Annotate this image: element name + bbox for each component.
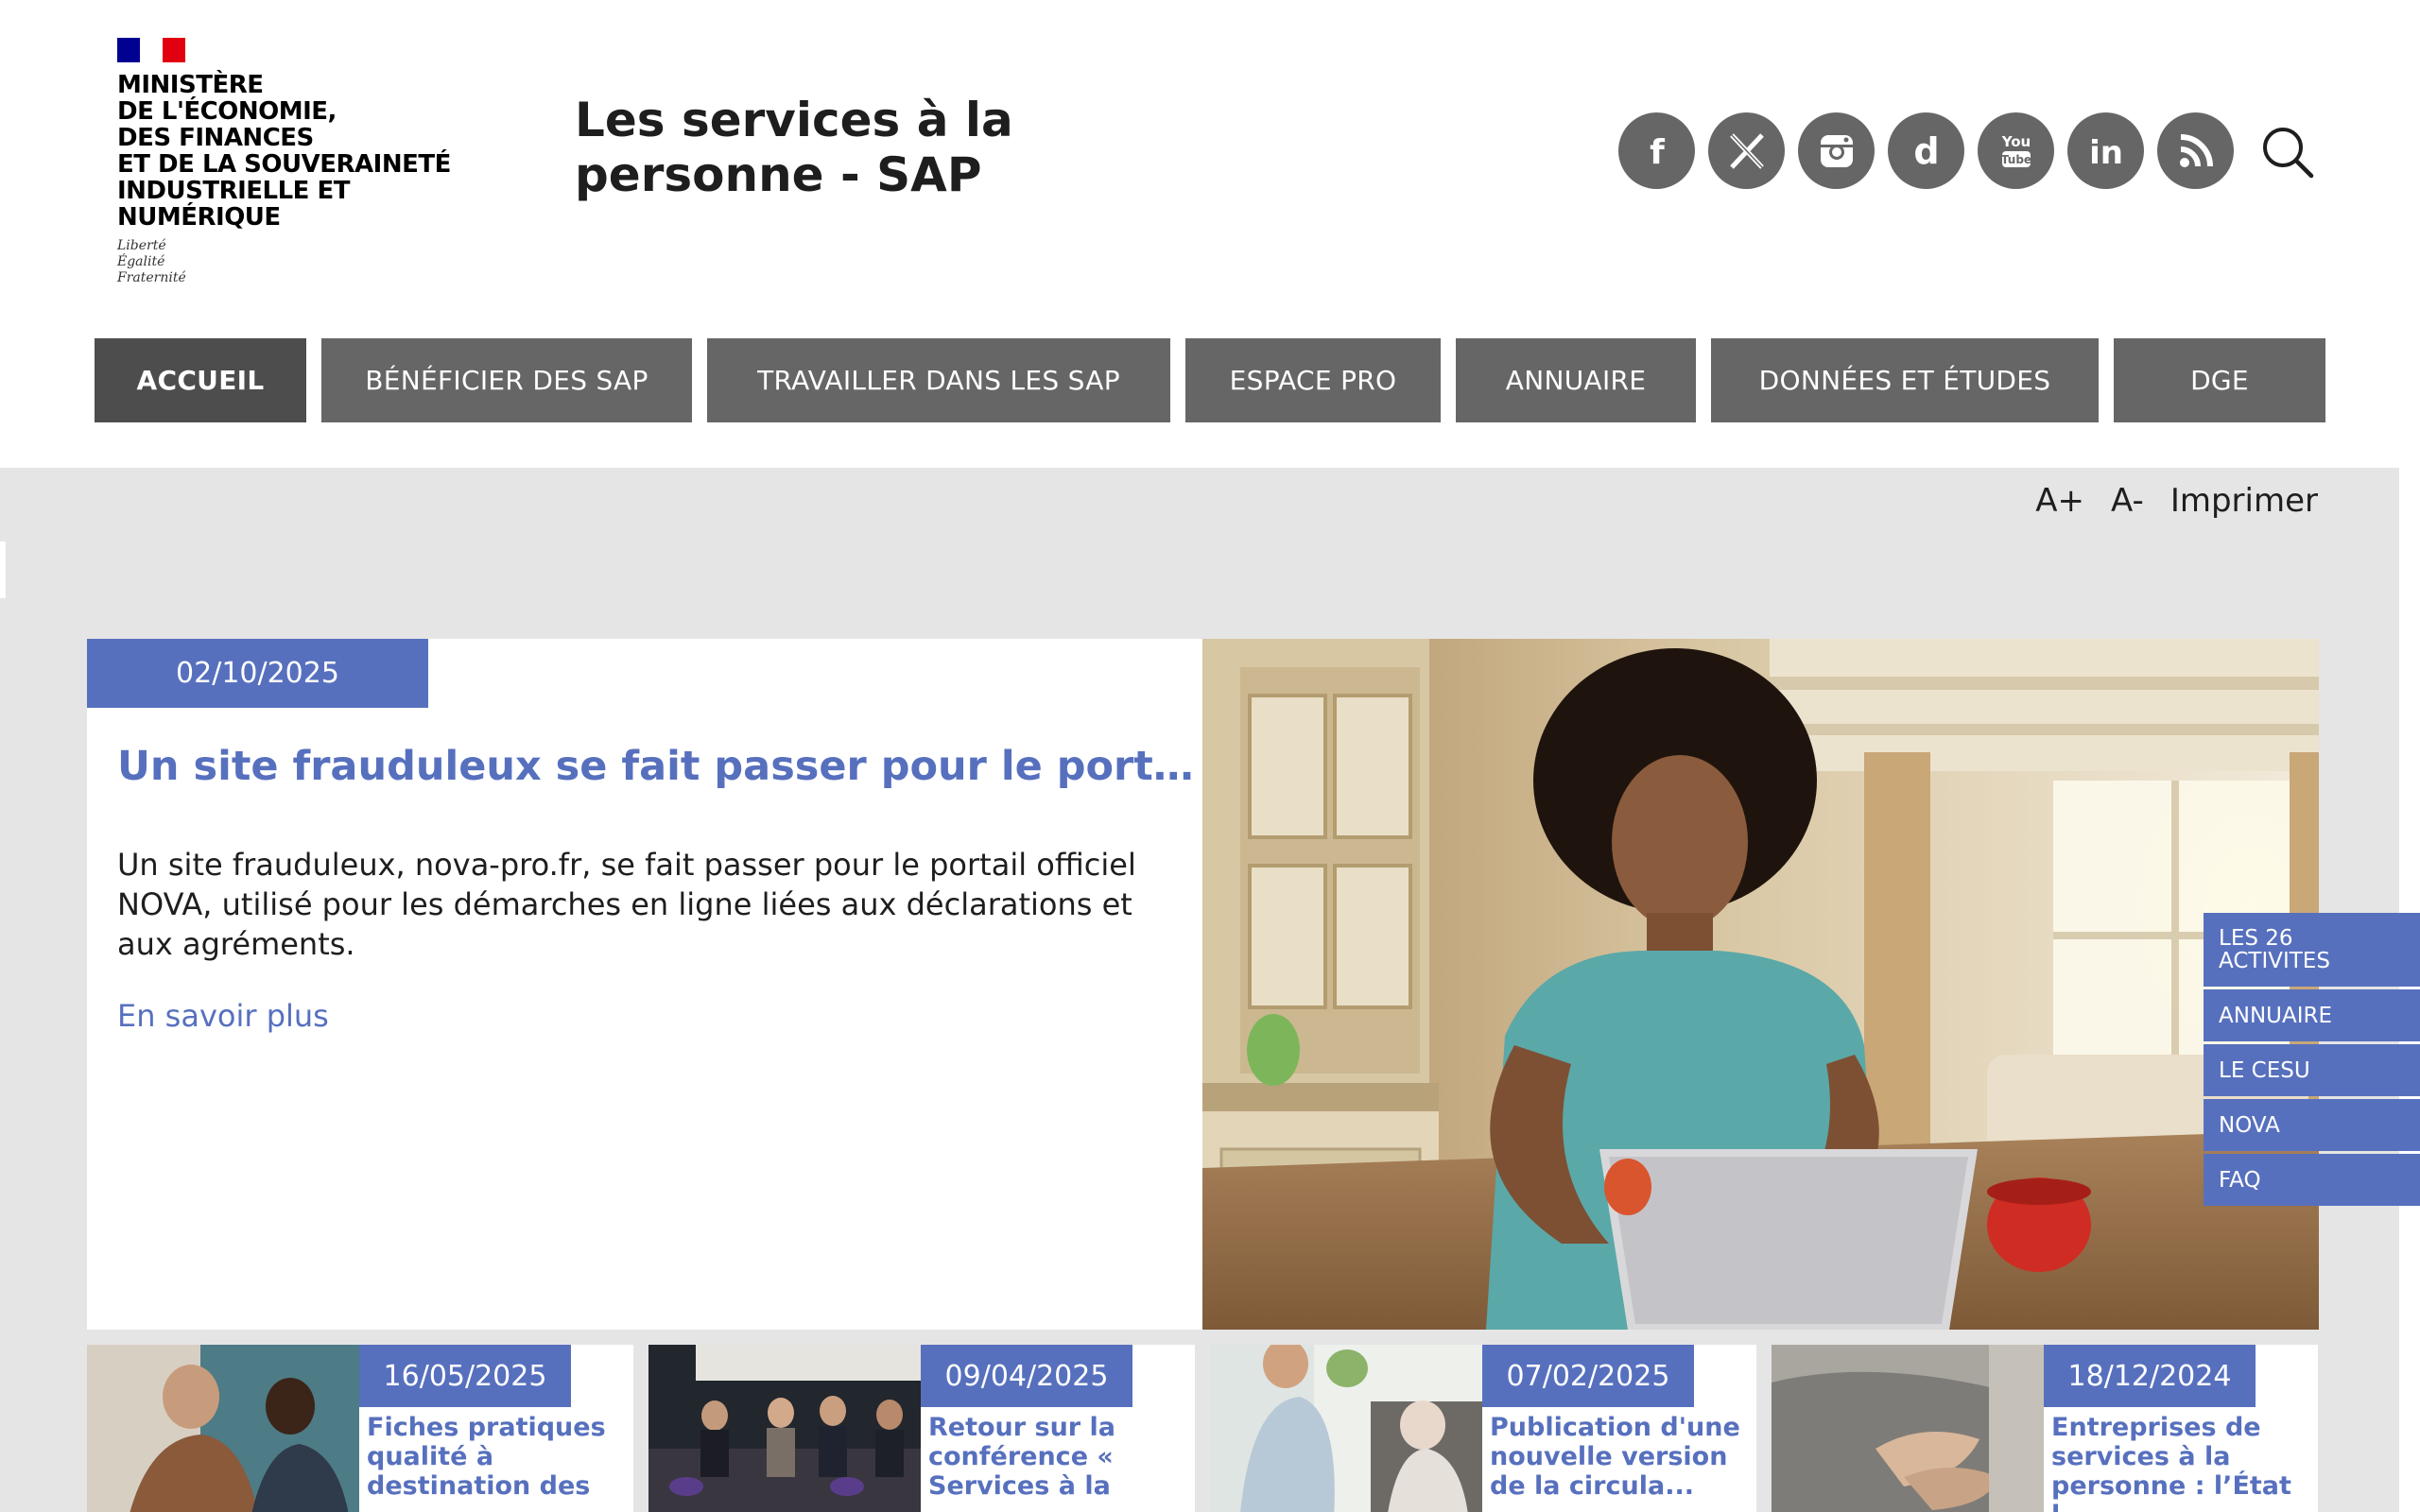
- quick-link-annuaire[interactable]: ANNUAIRE: [2204, 989, 2420, 1041]
- nav-item-beneficier[interactable]: BÉNÉFICIER DES SAP: [321, 338, 692, 422]
- svg-text:f: f: [1650, 133, 1665, 170]
- facebook-icon[interactable]: f: [1618, 112, 1695, 189]
- news-card[interactable]: 18/12/2024 Entreprises de services à la …: [1772, 1345, 2318, 1512]
- news-date-badge: 07/02/2025: [1482, 1345, 1694, 1407]
- ministry-logo[interactable]: MINISTÈRE DE L'ÉCONOMIE, DES FINANCES ET…: [117, 38, 514, 286]
- nav-item-annuaire[interactable]: ANNUAIRE: [1456, 338, 1696, 422]
- search-icon[interactable]: [2260, 125, 2315, 180]
- nav-item-donnees-etudes[interactable]: DONNÉES ET ÉTUDES: [1711, 338, 2099, 422]
- site-title[interactable]: Les services à la personne - SAP: [575, 93, 1013, 202]
- news-card[interactable]: 16/05/2025 Fiches pratiques qualité à de…: [87, 1345, 633, 1512]
- page-tools: A+ A- Imprimer: [2035, 482, 2318, 520]
- news-title[interactable]: Fiches pratiques qualité à destination d…: [367, 1413, 624, 1501]
- news-list: 16/05/2025 Fiches pratiques qualité à de…: [87, 1345, 2318, 1512]
- font-increase-button[interactable]: A+: [2035, 482, 2084, 520]
- rss-icon[interactable]: [2157, 112, 2234, 189]
- news-photo: [648, 1345, 921, 1512]
- republic-motto: Liberté Égalité Fraternité: [117, 238, 186, 285]
- nav-item-espace-pro[interactable]: ESPACE PRO: [1185, 338, 1441, 422]
- ministry-name: MINISTÈRE DE L'ÉCONOMIE, DES FINANCES ET…: [117, 71, 451, 232]
- site-header: MINISTÈRE DE L'ÉCONOMIE, DES FINANCES ET…: [0, 0, 2420, 468]
- nav-item-dge[interactable]: DGE: [2114, 338, 2325, 422]
- nav-item-travailler[interactable]: TRAVAILLER DANS LES SAP: [707, 338, 1170, 422]
- font-decrease-button[interactable]: A-: [2111, 482, 2144, 520]
- news-date-badge: 16/05/2025: [359, 1345, 571, 1407]
- french-flag-icon: [117, 38, 185, 62]
- news-date-badge: 18/12/2024: [2044, 1345, 2256, 1407]
- news-photo: [87, 1345, 359, 1512]
- featured-summary: Un site frauduleux, nova-pro.fr, se fait…: [117, 847, 1136, 962]
- featured-date-badge: 02/10/2025: [87, 639, 428, 708]
- svg-text:d: d: [1913, 132, 1939, 170]
- news-date-badge: 09/04/2025: [921, 1345, 1132, 1407]
- news-title[interactable]: Entreprises de services à la personne : …: [2051, 1413, 2308, 1512]
- news-title[interactable]: Publication d'une nouvelle version de la…: [1490, 1413, 1747, 1501]
- main-navigation: ACCUEIL BÉNÉFICIER DES SAP TRAVAILLER DA…: [95, 338, 2325, 422]
- read-more-link[interactable]: En savoir plus: [117, 998, 329, 1034]
- svg-text:Tube: Tube: [2000, 153, 2031, 166]
- featured-title[interactable]: Un site frauduleux se fait passer pour l…: [117, 741, 1195, 792]
- quick-link-activites[interactable]: LES 26 ACTIVITES: [2204, 913, 2420, 987]
- news-photo: [1210, 1345, 1482, 1512]
- linkedin-icon[interactable]: in: [2067, 112, 2144, 189]
- news-photo: [1772, 1345, 2044, 1512]
- quick-link-cesu[interactable]: LE CESU: [2204, 1044, 2420, 1096]
- print-button[interactable]: Imprimer: [2170, 482, 2318, 520]
- featured-photo[interactable]: [1202, 639, 2319, 1330]
- nav-item-accueil[interactable]: ACCUEIL: [95, 338, 306, 422]
- youtube-icon[interactable]: You Tube: [1978, 112, 2054, 189]
- news-card[interactable]: 09/04/2025 Retour sur la conférence « Se…: [648, 1345, 1195, 1512]
- x-icon[interactable]: [1708, 112, 1785, 189]
- news-card[interactable]: 07/02/2025 Publication d'une nouvelle ve…: [1210, 1345, 1756, 1512]
- svg-text:in: in: [2089, 134, 2123, 170]
- svg-text:You: You: [2000, 133, 2030, 150]
- quick-link-faq[interactable]: FAQ: [2204, 1154, 2420, 1206]
- instagram-icon[interactable]: [1798, 112, 1875, 189]
- featured-article: 02/10/2025 Un site frauduleux se fait pa…: [87, 639, 2319, 1330]
- divider: [0, 541, 6, 598]
- quick-link-nova[interactable]: NOVA: [2204, 1099, 2420, 1151]
- quick-links: LES 26 ACTIVITES ANNUAIRE LE CESU NOVA F…: [2204, 913, 2420, 1206]
- dailymotion-icon[interactable]: d: [1888, 112, 1964, 189]
- social-links: f d You Tube in: [1618, 112, 2234, 189]
- news-title[interactable]: Retour sur la conférence « Services à la: [928, 1413, 1185, 1501]
